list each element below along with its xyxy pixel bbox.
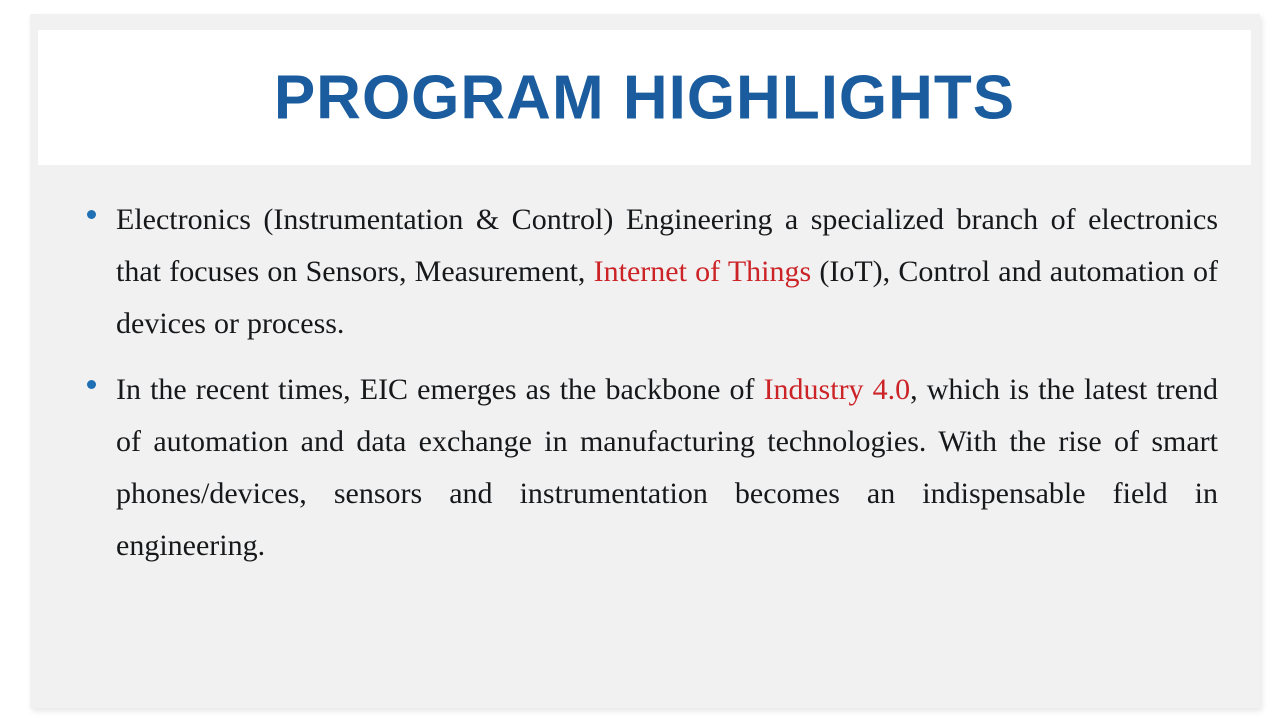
slide-root: PROGRAM HIGHLIGHTS Electronics (Instrume… [0,0,1280,720]
list-item-text: Electronics (Instrumentation & Control) … [116,194,1218,350]
bullet-dot-icon [87,380,96,389]
bullet-dot-icon [87,210,96,219]
page-title: PROGRAM HIGHLIGHTS [273,62,1016,132]
list-item-text: In the recent times, EIC emerges as the … [116,364,1218,572]
slide-canvas: PROGRAM HIGHLIGHTS Electronics (Instrume… [30,14,1260,708]
bullet-2-highlight-industry-40: Industry 4.0 [763,373,911,406]
list-item: In the recent times, EIC emerges as the … [78,364,1218,572]
bullet-2-segment-1: In the recent times, EIC emerges as the … [116,373,764,406]
title-banner: PROGRAM HIGHLIGHTS [38,30,1251,165]
list-item: Electronics (Instrumentation & Control) … [78,194,1218,350]
bullet-1-highlight-internet-of-things: Internet of Things [593,255,812,288]
slide-body-content: Electronics (Instrumentation & Control) … [78,194,1218,572]
